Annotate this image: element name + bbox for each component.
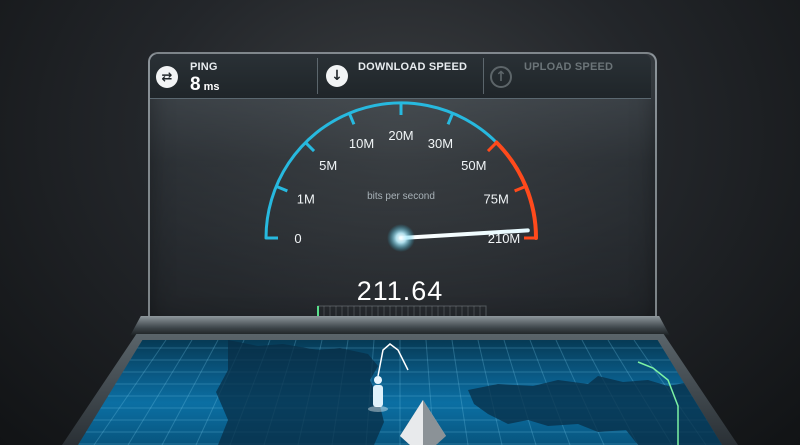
gauge-unit-label: bits per second [367,191,435,202]
speed-gauge: 01M5M10M20M30M50M75M210M bits per second… [264,101,539,321]
ping-unit: ms [203,81,220,93]
gauge-ticks [266,103,536,240]
upload-label: UPLOAD SPEED [524,61,614,73]
upload-cell[interactable]: ↑ UPLOAD SPEED [484,54,651,98]
download-arrow-icon: ↓ [326,65,348,87]
landmass-east [468,376,722,445]
gauge-tick [514,184,527,193]
gauge-tick-label: 5M [319,158,337,173]
ping-value: 8 [190,74,201,95]
gauge-tick-label: 75M [484,192,509,207]
gauge-tick-label: 1M [297,192,315,207]
gauge-tick-label: 0 [294,231,301,246]
map-screen [78,340,722,445]
speed-reading: 211.64 [357,276,444,306]
ping-value-display: 8 ms [190,74,219,96]
gauge-tick-label: 50M [461,158,486,173]
gauge-tick [446,112,455,125]
server-pyramid-icon [400,400,446,445]
results-header: ⇄ PING 8 ms ↓ DOWNLOAD SPEED ↑ UPLOAD SPE… [150,54,651,99]
gauge-tick [304,141,316,153]
ping-cell: ⇄ PING 8 ms [150,54,317,98]
ping-label: PING [190,61,218,73]
gauge-tick [347,112,356,125]
upload-arrow-icon: ↑ [490,66,512,88]
gauge-tick-label: 10M [349,136,374,151]
gauge-tick [486,141,498,153]
gauge-tick [275,184,288,193]
gauge-tick-label: 30M [428,136,453,151]
landmass-west [216,340,384,445]
gauge-hub [387,224,415,252]
download-cell[interactable]: ↓ DOWNLOAD SPEED [318,54,483,98]
world-map [78,340,722,445]
gauge-tick-label: 20M [388,128,413,143]
console-rim [130,316,670,336]
ping-exchange-icon: ⇄ [156,66,178,88]
download-label: DOWNLOAD SPEED [358,61,468,73]
speedtest-stage: ⇄ PING 8 ms ↓ DOWNLOAD SPEED ↑ UPLOAD SPE… [0,0,800,445]
